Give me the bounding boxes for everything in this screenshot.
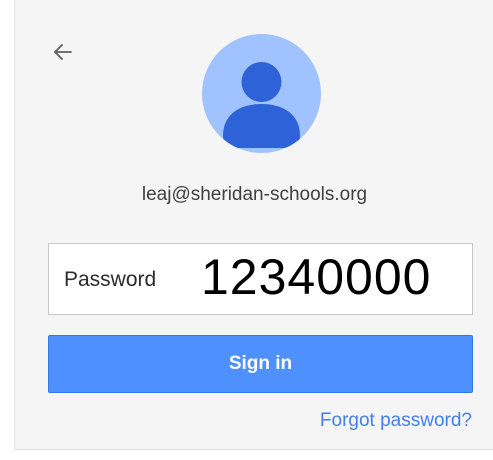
password-label: Password	[64, 268, 157, 291]
sign-in-button[interactable]: Sign in	[48, 335, 473, 393]
user-avatar-icon	[223, 62, 300, 148]
back-arrow-icon[interactable]	[51, 40, 75, 64]
avatar	[202, 34, 321, 153]
password-field[interactable]: Password 12340000	[48, 243, 473, 315]
sign-in-card: leaj@sheridan-schools.org Password 12340…	[14, 0, 493, 450]
forgot-password-link[interactable]: Forgot password?	[320, 410, 472, 432]
account-email: leaj@sheridan-schools.org	[141, 184, 368, 205]
password-value[interactable]: 12340000	[201, 248, 431, 306]
